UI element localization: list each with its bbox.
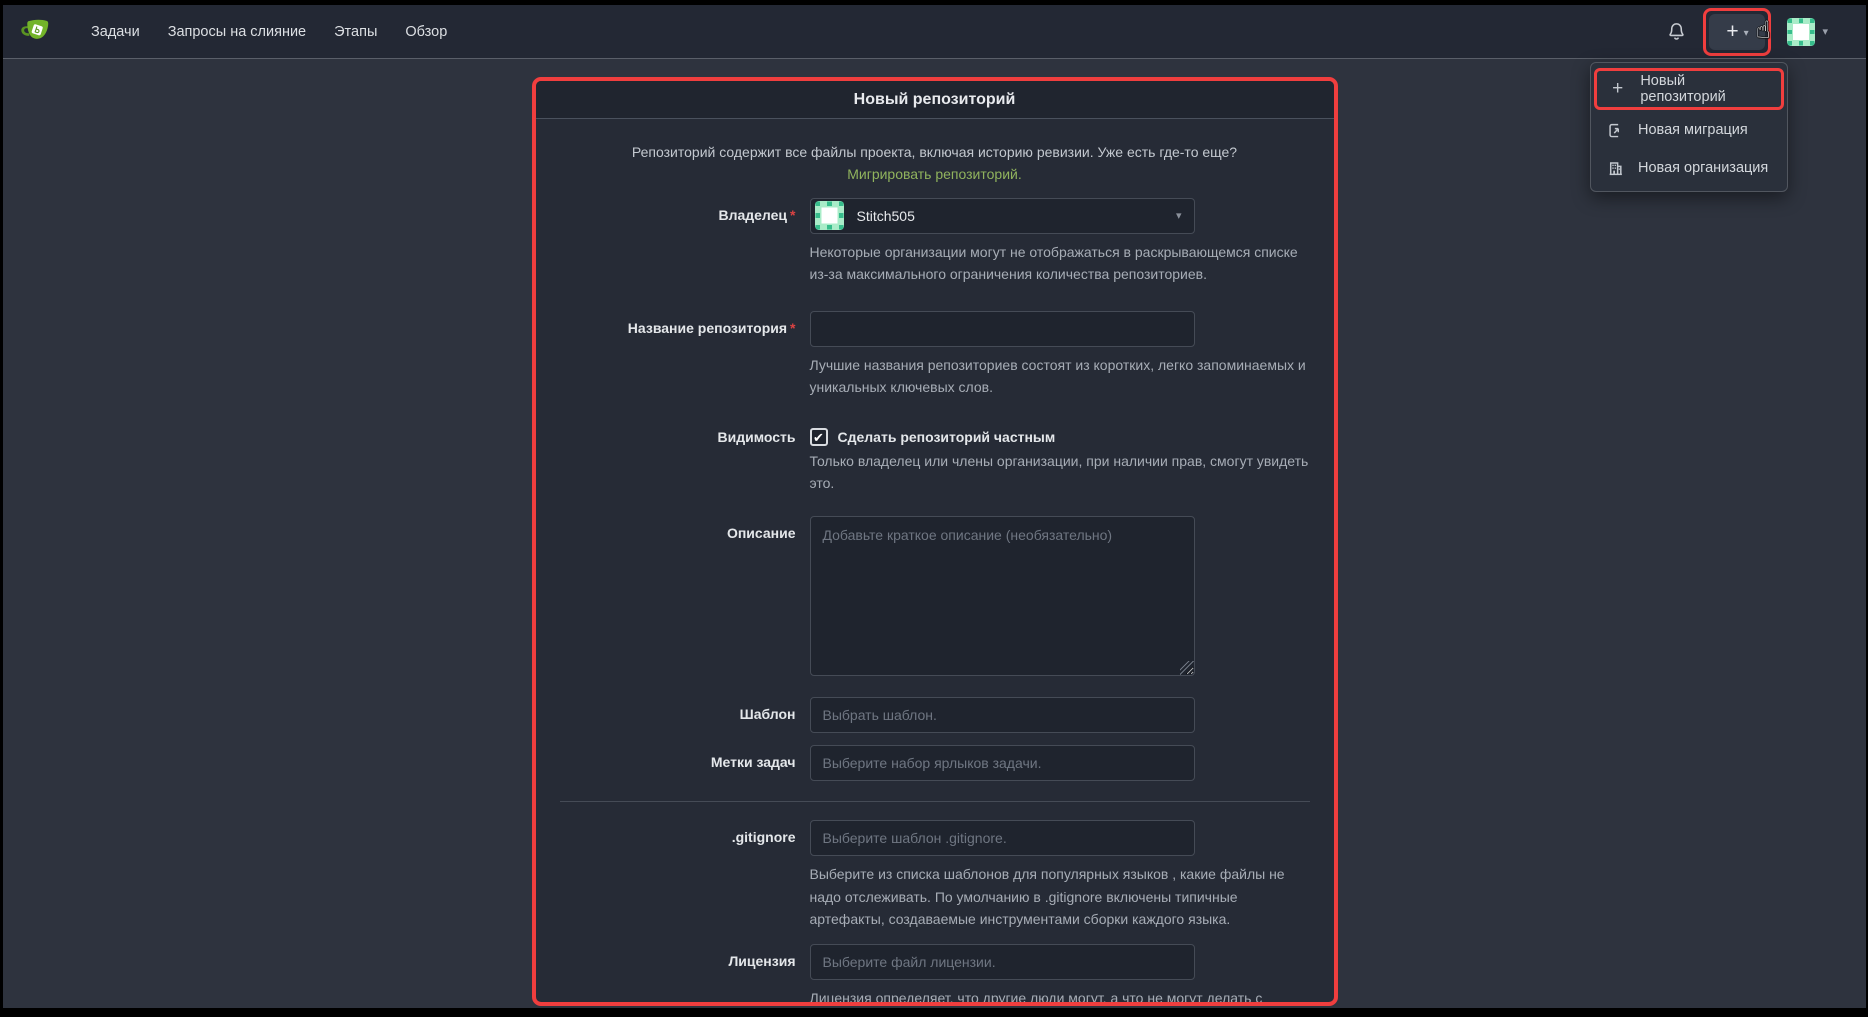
description-label: Описание (560, 516, 810, 681)
plus-icon: + (1726, 20, 1738, 44)
migration-icon (1605, 122, 1625, 139)
license-row: Лицензия Лицензия определяет, что другие… (560, 944, 1310, 1006)
annotation-box-new-repository-item: + Новый репозиторий (1594, 68, 1784, 110)
page: Задачи Запросы на слияние Этапы Обзор + … (3, 5, 1866, 1008)
license-input[interactable] (810, 944, 1195, 980)
chevron-down-icon: ▾ (1822, 25, 1828, 38)
form-intro: Репозиторий содержит все файлы проекта, … (595, 141, 1275, 186)
description-row: Описание (560, 516, 1310, 681)
intro-text: Репозиторий содержит все файлы проекта, … (632, 144, 1237, 160)
gitignore-input[interactable] (810, 820, 1195, 856)
chevron-down-icon: ▾ (1744, 28, 1749, 39)
owner-help: Некоторые организации могут не отображат… (810, 241, 1310, 285)
chevron-down-icon: ▾ (1176, 209, 1182, 222)
required-asterisk: * (790, 207, 795, 223)
visibility-help: Только владелец или члены организации, п… (810, 450, 1310, 494)
gitignore-row: .gitignore Выберите из списка шаблонов д… (560, 820, 1310, 929)
avatar (1787, 18, 1815, 46)
menu-item-label: Новая миграция (1638, 122, 1748, 138)
repo-name-row: Название репозитория* Лучшие названия ре… (560, 311, 1310, 398)
navbar: Задачи Запросы на слияние Этапы Обзор + … (3, 5, 1866, 59)
menu-item-new-migration[interactable]: Новая миграция (1591, 111, 1787, 149)
navbar-right: + ▾ (1665, 8, 1856, 56)
template-row: Шаблон (560, 697, 1310, 733)
owner-select[interactable]: Stitch505 ▾ (810, 198, 1195, 234)
menu-item-label: Новый репозиторий (1640, 73, 1770, 105)
new-repository-form: Новый репозиторий Репозиторий содержит в… (532, 77, 1338, 1006)
visibility-label: Видимость (560, 422, 810, 494)
issue-labels-input[interactable] (810, 745, 1195, 781)
visibility-row: Видимость ✔ Сделать репозиторий частным … (560, 422, 1310, 494)
repo-name-label: Название репозитория* (560, 311, 810, 398)
create-new-button[interactable]: + ▾ (1709, 14, 1765, 50)
user-menu-trigger[interactable]: ▾ (1787, 18, 1828, 46)
license-help-text: Лицензия определяет, что другие люди мог… (810, 990, 1296, 1006)
screen: Задачи Запросы на слияние Этапы Обзор + … (0, 0, 1868, 1017)
repo-name-label-text: Название репозитория (628, 320, 787, 336)
create-new-dropdown-menu: + Новый репозиторий Новая миграция (1590, 62, 1788, 192)
owner-label-text: Владелец (718, 207, 787, 223)
issue-labels-row: Метки задач (560, 745, 1310, 781)
owner-row: Владелец* (560, 198, 1310, 285)
nav-link-explore[interactable]: Обзор (391, 5, 461, 59)
section-divider (560, 801, 1310, 802)
nav-link-issues[interactable]: Задачи (77, 5, 154, 59)
form-body: Репозиторий содержит все файлы проекта, … (536, 119, 1334, 1006)
form-title: Новый репозиторий (536, 81, 1334, 119)
owner-value: Stitch505 (857, 208, 915, 224)
notifications-bell-icon[interactable] (1665, 21, 1687, 43)
nav-link-milestones[interactable]: Этапы (320, 5, 391, 59)
nav-link-pull-requests[interactable]: Запросы на слияние (154, 5, 320, 59)
owner-avatar (815, 201, 844, 230)
annotation-box-plus-button: + ▾ (1703, 8, 1771, 56)
owner-label: Владелец* (560, 198, 810, 285)
gitignore-help: Выберите из списка шаблонов для популярн… (810, 863, 1310, 929)
template-label: Шаблон (560, 697, 810, 733)
license-label: Лицензия (560, 944, 810, 1006)
gitignore-label: .gitignore (560, 820, 810, 929)
private-checkbox[interactable]: ✔ (810, 428, 828, 446)
menu-item-label: Новая организация (1638, 160, 1768, 176)
repo-name-input[interactable] (810, 311, 1195, 347)
license-help: Лицензия определяет, что другие люди мог… (810, 987, 1310, 1006)
menu-item-new-repository[interactable]: + Новый репозиторий (1597, 71, 1781, 107)
menu-item-new-organization[interactable]: Новая организация (1591, 149, 1787, 187)
required-asterisk: * (790, 320, 795, 336)
gitea-logo-icon[interactable] (19, 16, 51, 48)
organization-icon (1605, 160, 1625, 177)
plus-icon: + (1608, 78, 1627, 100)
private-checkbox-label[interactable]: Сделать репозиторий частным (838, 429, 1056, 445)
issue-labels-label: Метки задач (560, 745, 810, 781)
migrate-repository-link[interactable]: Мигрировать репозиторий. (847, 166, 1022, 182)
repo-name-help: Лучшие названия репозиториев состоят из … (810, 354, 1310, 398)
description-textarea[interactable] (810, 516, 1195, 676)
template-input[interactable] (810, 697, 1195, 733)
check-icon: ✔ (813, 431, 824, 444)
